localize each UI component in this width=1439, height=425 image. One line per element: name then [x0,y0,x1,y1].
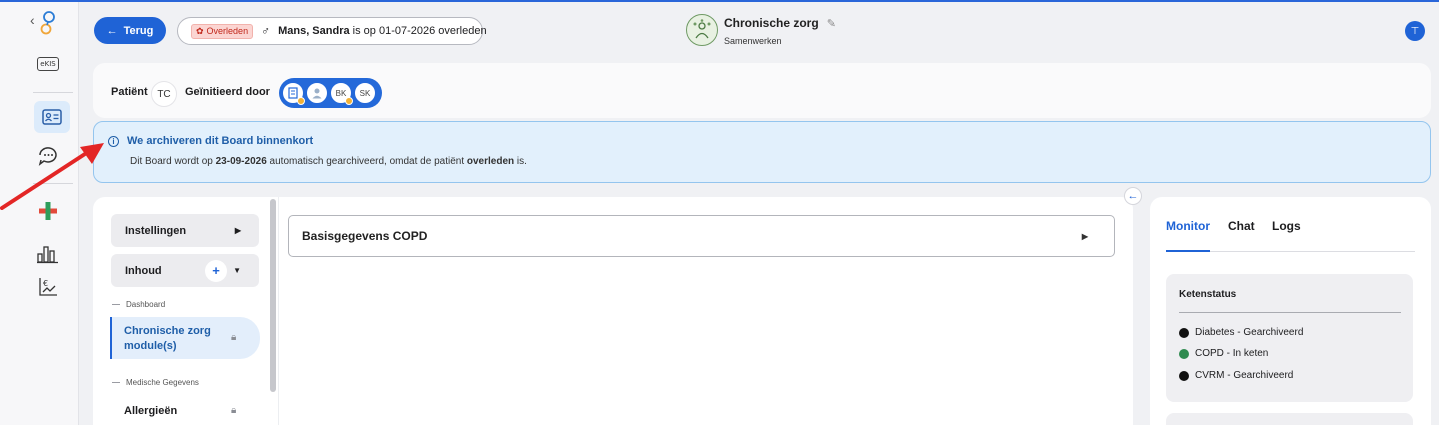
arrow-left-icon: ← [106,24,118,37]
status-dot [345,97,353,105]
patient-card-icon[interactable] [34,101,70,133]
secondary-card [1166,413,1413,425]
chain-item-diabetes: Diabetes - Gearchiveerd [1179,327,1303,338]
lock-icon: 🔒︎ [231,332,237,343]
app-logo-icon[interactable] [35,10,61,36]
status-dot [297,97,305,105]
card-divider [1179,312,1401,313]
patient-avatar[interactable]: TC [151,81,177,107]
active-tab-indicator [1166,250,1210,252]
initiators-avatar-group[interactable]: BK SK [279,78,382,108]
patient-status-pill: ✿ Overleden ♂ Mans, Sandra is op 01-07-2… [177,17,487,45]
caret-down-icon: ▼ [233,266,241,275]
tab-chat[interactable]: Chat [1228,219,1255,233]
collapse-panel-button[interactable]: ← [1124,187,1142,205]
lock-icon: 🔒︎ [231,405,237,416]
nav-item-chronische-zorg[interactable]: Chronische zorg module(s) [110,317,260,359]
tab-monitor[interactable]: Monitor [1166,219,1210,233]
chain-item-copd: COPD - In keten [1179,348,1268,359]
deceased-text: is op 01-07-2026 overleden [352,25,487,37]
svg-text:€: € [43,279,48,288]
status-bullet [1179,327,1189,338]
annotation-arrow-icon [0,143,104,210]
add-content-button[interactable]: + [205,259,227,282]
chain-item-cvrm: CVRM - Gearchiveerd [1179,370,1293,381]
doctor-avatar[interactable] [306,82,328,104]
back-button[interactable]: ← Terug [94,17,166,44]
board-logo-icon [686,14,718,46]
ekis-icon[interactable]: eKIS [35,51,61,77]
edit-pencil-icon[interactable]: ✎ [827,17,836,30]
sidebar-scrollbar[interactable] [270,199,276,392]
male-gender-icon: ♂ [261,24,271,38]
initiator-avatar-bk[interactable]: BK [330,82,353,105]
alert-body: Dit Board wordt op 23-09-2026 automatisc… [130,156,527,167]
patient-label: Patiënt [111,86,148,98]
board-subtitle: Samenwerken [724,36,782,46]
initiator-avatar-sk[interactable]: SK [354,82,376,104]
caret-right-icon: ▶ [234,226,241,235]
chevron-left-icon[interactable]: ‹ [30,12,35,28]
arrow-left-icon: ← [1127,190,1139,202]
section-dashboard: Dashboard [112,300,165,309]
pin-icon: ⊤ [1410,25,1420,37]
initiated-by-label: Geïnitieerd door [185,86,270,98]
accordion-basisgegevens-copd[interactable]: Basisgegevens COPD ▶ [288,215,1115,257]
settings-button[interactable]: Instellingen ▶ [111,214,259,247]
status-bullet [1179,348,1189,359]
content-button[interactable]: Inhoud + ▼ [111,254,259,287]
pin-button[interactable]: ⊤ [1405,21,1425,41]
finance-chart-icon[interactable]: € [35,274,61,300]
chain-status-title: Ketenstatus [1179,289,1237,300]
patient-name: Mans, Sandra [278,25,350,37]
organization-avatar[interactable] [282,82,305,105]
top-accent-line [0,0,1439,2]
archive-alert: i We archiveren dit Board binnenkort Dit… [93,121,1431,183]
nav-item-allergies[interactable]: Allergieën [124,405,177,417]
panel-divider [278,197,279,425]
bar-chart-icon[interactable] [35,240,61,266]
rail-divider [33,92,73,93]
section-medical-data: Medische Gegevens [112,378,199,387]
board-title: Chronische zorg ✎ [724,16,836,30]
flower-icon: ✿ [196,25,204,36]
status-bullet [1179,370,1189,381]
deceased-badge: ✿ Overleden [191,23,254,39]
caret-right-icon: ▶ [1081,231,1088,241]
tab-logs[interactable]: Logs [1272,219,1301,233]
alert-title: i We archiveren dit Board binnenkort [108,135,313,147]
